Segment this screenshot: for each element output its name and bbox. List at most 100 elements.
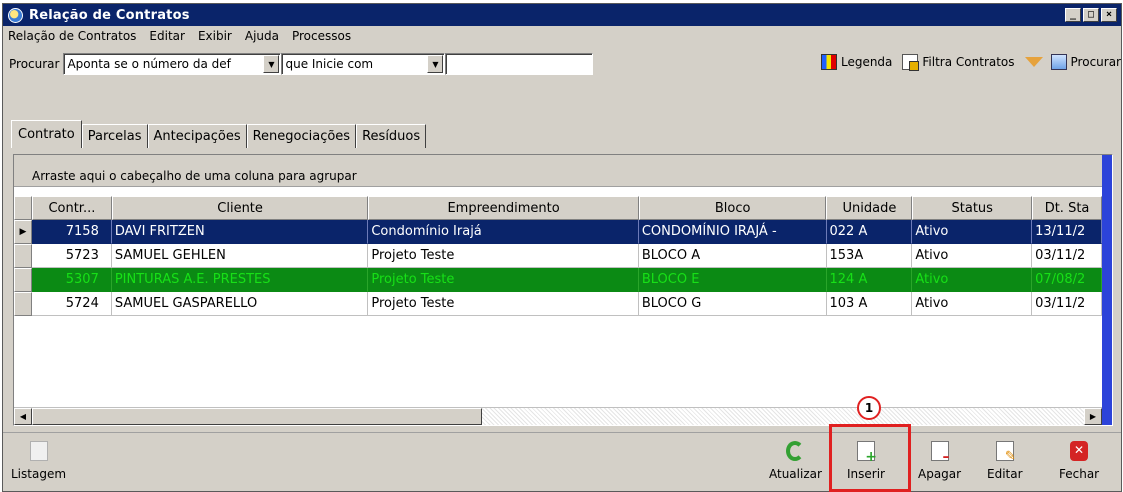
cell-unidade: 153A (826, 244, 913, 268)
tab-parcelas[interactable]: Parcelas (81, 124, 148, 148)
table-row[interactable]: 5724 SAMUEL GASPARELLO Projeto Teste BLO… (14, 292, 1102, 316)
filter-contracts-button[interactable]: Filtra Contratos (902, 54, 1015, 71)
atualizar-label: Atualizar (769, 467, 822, 481)
scroll-right-icon[interactable]: ▶ (1084, 408, 1102, 425)
listing-icon (29, 441, 48, 461)
column-header-dt-status[interactable]: Dt. Sta (1032, 196, 1102, 220)
cell-dt-status: 13/11/2 (1032, 220, 1102, 244)
column-header-contrato[interactable]: Contr... (31, 196, 112, 220)
cell-status: Ativo (912, 292, 1033, 316)
tab-antecipacoes[interactable]: Antecipações (147, 124, 247, 148)
menu-relacao[interactable]: Relação de Contratos (8, 29, 136, 43)
chevron-down-icon[interactable]: ▼ (263, 55, 280, 73)
legend-button[interactable]: Legenda (820, 54, 893, 70)
cell-empreendimento: Projeto Teste (368, 268, 639, 292)
cell-status: Ativo (912, 244, 1033, 268)
minimize-button[interactable]: _ (1065, 8, 1081, 22)
bottom-toolbar: Listagem Atualizar Inserir Apagar Editar… (3, 432, 1121, 491)
chevron-down-icon[interactable]: ▼ (427, 55, 444, 73)
menu-bar: Relação de Contratos Editar Exibir Ajuda… (3, 26, 1121, 46)
group-by-area[interactable]: Arraste aqui o cabeçalho de uma coluna p… (14, 155, 1112, 187)
cell-unidade: 022 A (826, 220, 913, 244)
edit-document-icon (995, 441, 1016, 464)
cell-status: Ativo (912, 220, 1033, 244)
filter-contracts-label: Filtra Contratos (922, 55, 1015, 69)
tab-contrato[interactable]: Contrato (11, 120, 82, 148)
row-indicator-header (14, 196, 32, 220)
cell-contrato: 5723 (31, 244, 112, 268)
cell-cliente: DAVI FRITZEN (111, 220, 369, 244)
funnel-icon (1024, 57, 1043, 67)
cell-status: Ativo (912, 268, 1033, 292)
table-row[interactable]: 5307 PINTURAS A.E. PRESTES Projeto Teste… (14, 268, 1102, 292)
search-toolbar: Procurar Aponta se o número da def ▼ que… (3, 50, 1121, 78)
refresh-icon (786, 441, 805, 461)
cell-contrato: 5724 (31, 292, 112, 316)
filter-document-icon (902, 54, 920, 71)
search-input[interactable] (445, 53, 594, 75)
menu-processos[interactable]: Processos (292, 29, 351, 43)
cell-bloco: BLOCO G (638, 292, 827, 316)
find-icon (1050, 54, 1067, 70)
menu-editar[interactable]: Editar (149, 29, 185, 43)
menu-ajuda[interactable]: Ajuda (245, 29, 279, 43)
scroll-left-icon[interactable]: ◀ (14, 408, 32, 425)
close-x-icon: ✕ (1070, 441, 1089, 461)
editar-label: Editar (987, 467, 1023, 481)
fechar-label: Fechar (1059, 467, 1100, 481)
search-mode-value: que Inicie com (285, 57, 374, 71)
cell-cliente: SAMUEL GEHLEN (111, 244, 369, 268)
current-row-arrow-icon: ▶ (14, 220, 32, 244)
column-header-bloco[interactable]: Bloco (638, 196, 827, 220)
column-header-unidade[interactable]: Unidade (826, 196, 913, 220)
contracts-grid: Contr... Cliente Empreendimento Bloco Un… (14, 196, 1102, 316)
search-field-value: Aponta se o número da def (67, 57, 231, 71)
horizontal-scrollbar[interactable]: ◀ ▶ (14, 407, 1102, 425)
app-window: Relação de Contratos _ □ × Relação de Co… (2, 3, 1122, 492)
table-row[interactable]: 5723 SAMUEL GEHLEN Projeto Teste BLOCO A… (14, 244, 1102, 268)
tab-renegociacoes[interactable]: Renegociações (246, 124, 357, 148)
search-mode-select[interactable]: que Inicie com ▼ (281, 53, 446, 75)
scroll-thumb[interactable] (32, 408, 482, 425)
tab-residuos[interactable]: Resíduos (356, 124, 427, 148)
atualizar-button[interactable]: Atualizar (769, 441, 822, 481)
window-title: Relação de Contratos (29, 7, 190, 23)
search-field-select[interactable]: Aponta se o número da def ▼ (63, 53, 282, 75)
funnel-button[interactable] (1024, 57, 1049, 67)
cell-cliente: PINTURAS A.E. PRESTES (111, 268, 369, 292)
search-label: Procurar (9, 57, 60, 71)
apagar-button[interactable]: Apagar (918, 441, 961, 481)
app-icon (8, 7, 23, 23)
listagem-button[interactable]: Listagem (11, 441, 66, 481)
cell-unidade: 103 A (826, 292, 913, 316)
find-label: Procurar (1070, 55, 1121, 69)
apagar-label: Apagar (918, 467, 962, 481)
editar-button[interactable]: Editar (987, 441, 1023, 481)
annotation-highlight-box (829, 424, 911, 492)
grid-header: Contr... Cliente Empreendimento Bloco Un… (14, 196, 1102, 220)
cell-cliente: SAMUEL GASPARELLO (111, 292, 369, 316)
menu-exibir[interactable]: Exibir (198, 29, 232, 43)
table-row[interactable]: ▶ 7158 DAVI FRITZEN Condomínio Irajá CON… (14, 220, 1102, 244)
title-bar: Relação de Contratos _ □ × (3, 4, 1121, 26)
column-header-status[interactable]: Status (912, 196, 1033, 220)
toolbar-right: Legenda Filtra Contratos Procurar (811, 54, 1121, 71)
vertical-scrollbar[interactable] (1102, 155, 1112, 425)
cell-unidade: 124 A (826, 268, 913, 292)
delete-document-icon (930, 441, 950, 465)
legend-label: Legenda (840, 55, 893, 69)
column-header-cliente[interactable]: Cliente (111, 196, 369, 220)
find-button[interactable]: Procurar (1050, 54, 1121, 70)
cell-empreendimento: Projeto Teste (368, 244, 639, 268)
cell-empreendimento: Projeto Teste (368, 292, 639, 316)
fechar-button[interactable]: ✕ Fechar (1059, 441, 1099, 481)
cell-dt-status: 03/11/2 (1032, 244, 1102, 268)
legend-icon (820, 54, 837, 70)
maximize-button[interactable]: □ (1083, 8, 1099, 22)
row-indicator (14, 292, 32, 316)
cell-bloco: BLOCO A (638, 244, 827, 268)
cell-bloco: BLOCO E (638, 268, 827, 292)
cell-dt-status: 07/08/2 (1032, 268, 1102, 292)
close-button[interactable]: × (1101, 8, 1117, 22)
column-header-empreendimento[interactable]: Empreendimento (368, 196, 639, 220)
